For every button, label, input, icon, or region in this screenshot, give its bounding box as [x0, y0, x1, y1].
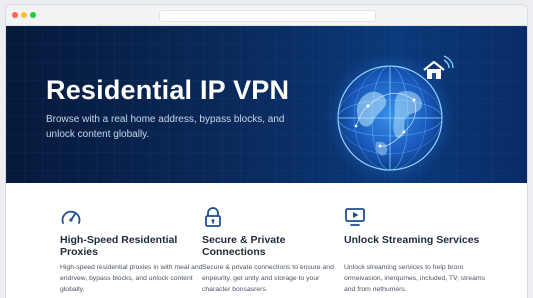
home-wifi-icon — [423, 55, 454, 79]
feature-title: High-Speed Residential Proxies — [60, 234, 178, 258]
maximize-window-button[interactable] — [30, 12, 36, 18]
address-bar[interactable] — [159, 10, 376, 22]
feature-title: Unlock Streaming Services — [344, 234, 480, 246]
speedometer-icon — [61, 210, 81, 224]
browser-window: Residential IP VPN Browse with a real ho… — [6, 5, 527, 298]
feature-description: High-speed residential proxies in with m… — [60, 264, 203, 293]
close-window-button[interactable] — [12, 12, 18, 18]
hero-subtitle: Browse with a real home address, bypass … — [46, 114, 285, 140]
feature-description: Secure & private connections to ensure a… — [202, 264, 334, 293]
minimize-window-button[interactable] — [21, 12, 27, 18]
padlock-icon — [205, 207, 221, 227]
hero-banner: Residential IP VPN Browse with a real ho… — [6, 26, 527, 183]
feature-title: Secure & Private Connections — [202, 234, 286, 258]
browser-titlebar — [6, 5, 527, 26]
globe-illustration — [316, 48, 466, 183]
tv-play-icon — [345, 208, 365, 226]
hero-title: Residential IP VPN — [46, 75, 290, 105]
features-section: High-Speed Residential Proxies High-spee… — [6, 183, 527, 298]
feature-description: Unlock streaming services to help broro … — [344, 264, 485, 293]
